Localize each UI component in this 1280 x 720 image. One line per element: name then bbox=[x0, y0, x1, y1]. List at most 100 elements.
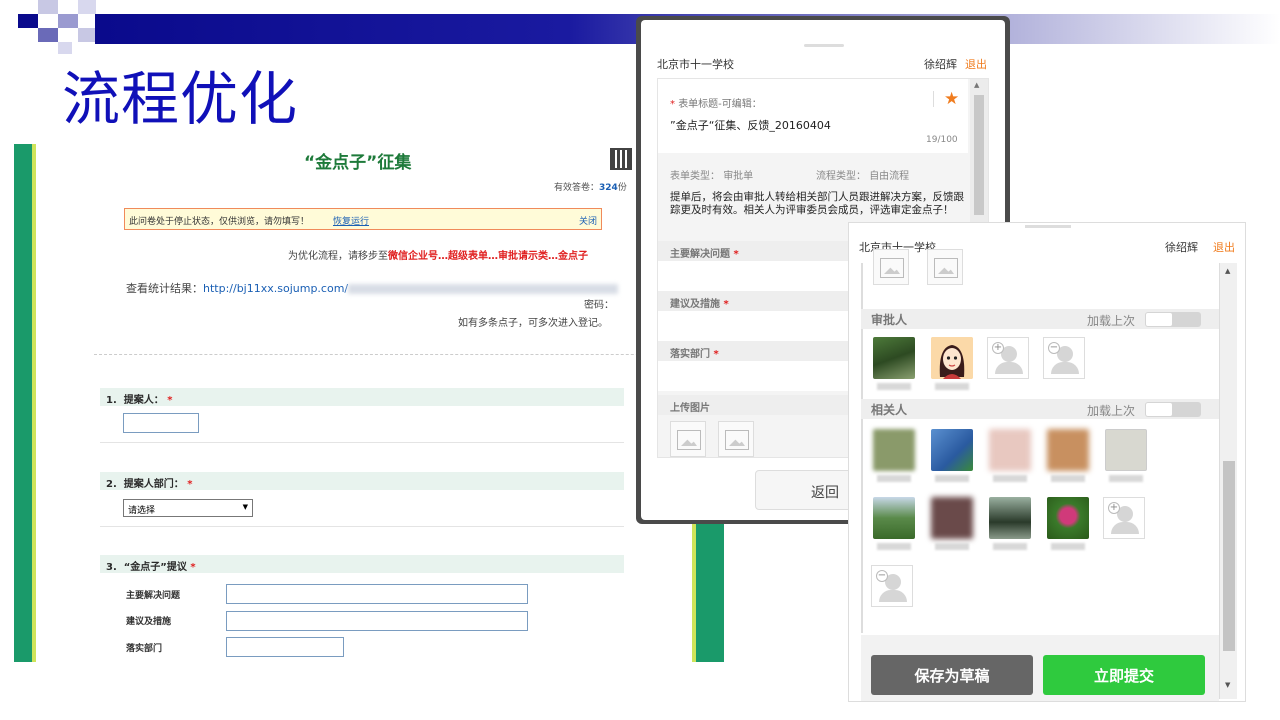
plus-icon: + bbox=[992, 342, 1004, 354]
related-avatar[interactable] bbox=[873, 429, 915, 471]
sheet-handle bbox=[804, 44, 844, 47]
related-avatar[interactable] bbox=[931, 497, 973, 539]
load-last-label: 加载上次 bbox=[1087, 314, 1136, 328]
department-select[interactable]: 请选择 ▼ bbox=[123, 499, 253, 517]
implementing-dept-field[interactable] bbox=[658, 361, 848, 391]
approver-avatar[interactable] bbox=[931, 337, 973, 379]
notice-text: 此问卷处于停止状态，仅供浏览，请勿填写！ bbox=[129, 217, 310, 227]
suggestion-input[interactable] bbox=[226, 611, 528, 631]
form-type: 表单类型： 审批单 bbox=[670, 167, 753, 182]
section-label: 落实部门 bbox=[670, 349, 710, 360]
required-mark: * bbox=[187, 479, 193, 490]
approver-section-header: 审批人 加载上次 bbox=[861, 309, 1219, 329]
section-label: 上传图片 bbox=[670, 403, 710, 414]
question-number: 2. bbox=[106, 479, 117, 490]
add-approver-button[interactable]: + bbox=[987, 337, 1029, 379]
form-title-card: * 表单标题-可编辑： ★ ”金点子“征集、反馈_20160404 19/100 bbox=[658, 79, 968, 153]
related-avatar[interactable] bbox=[1105, 429, 1147, 471]
section-upload-images: 上传图片 bbox=[658, 395, 848, 415]
scroll-up-icon[interactable]: ▲ bbox=[974, 81, 979, 89]
form-title: “金点子”征集 bbox=[304, 153, 412, 173]
web-form-screenshot: “金点子”征集 有效答卷：324份 此问卷处于停止状态，仅供浏览，请勿填写！ 恢… bbox=[14, 144, 724, 662]
question-2-header: 2. 提案人部门： * bbox=[100, 472, 624, 490]
move-instruction: 为优化流程，请移步至微信企业号…超级表单…审批请示类…金点子 bbox=[288, 247, 588, 262]
avatar-name-blurred bbox=[935, 475, 969, 482]
main-problem-input[interactable] bbox=[226, 584, 528, 604]
image-icon[interactable] bbox=[927, 249, 963, 285]
department-select-value: 请选择 bbox=[128, 506, 156, 516]
implementing-dept-input[interactable] bbox=[226, 637, 344, 657]
form-type-value: 审批单 bbox=[723, 171, 754, 182]
flow-type-value: 自由流程 bbox=[869, 171, 910, 182]
image-icon[interactable] bbox=[873, 249, 909, 285]
related-avatar[interactable] bbox=[1047, 429, 1089, 471]
left-accent-stripe bbox=[14, 144, 32, 662]
required-mark: * bbox=[167, 395, 173, 406]
stats-url-link[interactable]: http://bj11xx.sojump.com/ bbox=[203, 282, 348, 295]
scrollbar-thumb[interactable] bbox=[1223, 461, 1235, 651]
stats-line: 查看统计结果：http://bj11xx.sojump.com/ bbox=[126, 280, 619, 296]
scroll-down-icon[interactable]: ▼ bbox=[1225, 681, 1230, 689]
school-name: 北京市十一学校 bbox=[657, 58, 734, 71]
question-divider bbox=[100, 442, 624, 443]
logout-link[interactable]: 退出 bbox=[1213, 239, 1235, 255]
plus-icon: + bbox=[1108, 502, 1120, 514]
upload-image-icon[interactable] bbox=[718, 421, 754, 457]
related-avatar[interactable] bbox=[1047, 497, 1089, 539]
scrollbar-thumb[interactable] bbox=[974, 95, 984, 215]
save-draft-button[interactable]: 保存为草稿 bbox=[871, 655, 1033, 695]
remove-approver-button[interactable]: − bbox=[1043, 337, 1085, 379]
scroll-up-icon[interactable]: ▲ bbox=[1225, 267, 1230, 275]
scrollbar[interactable]: ▲ ▼ bbox=[1219, 263, 1237, 699]
add-related-button[interactable]: + bbox=[1103, 497, 1145, 539]
sheet-handle bbox=[1025, 225, 1071, 228]
flow-type-label: 流程类型： bbox=[816, 171, 866, 182]
form-title-label-text: 表单标题-可编辑： bbox=[678, 99, 762, 110]
submit-button[interactable]: 立即提交 bbox=[1043, 655, 1205, 695]
required-mark: * bbox=[713, 349, 719, 360]
related-section-header: 相关人 加载上次 bbox=[861, 399, 1219, 419]
question-3-header: 3. “金点子”提议 * bbox=[100, 555, 624, 573]
logout-link[interactable]: 退出 bbox=[965, 56, 987, 72]
avatar-name-blurred bbox=[1051, 543, 1085, 550]
divider bbox=[933, 91, 934, 107]
upload-image-icon[interactable] bbox=[670, 421, 706, 457]
avatar-name-blurred bbox=[877, 543, 911, 550]
stats-prefix: 查看统计结果： bbox=[126, 282, 203, 295]
star-icon[interactable]: ★ bbox=[944, 89, 959, 109]
suggestion-field[interactable] bbox=[658, 311, 848, 341]
load-last-toggle[interactable] bbox=[1145, 402, 1201, 417]
mobile-approval-screen: 北京市十一学校 徐绍辉 退出 审批人 加载上次 + − 相关人 加载上次 + −… bbox=[848, 222, 1246, 702]
main-problem-field[interactable] bbox=[658, 261, 848, 291]
question-label: 提案人部门： bbox=[123, 479, 184, 490]
load-last-toggle[interactable] bbox=[1145, 312, 1201, 327]
section-label: 主要解决问题 bbox=[670, 249, 730, 260]
right-accent-stripe bbox=[696, 524, 724, 662]
move-prefix: 为优化流程，请移步至 bbox=[288, 251, 388, 262]
related-avatar[interactable] bbox=[873, 497, 915, 539]
avatar-name-blurred bbox=[993, 475, 1027, 482]
related-avatar[interactable] bbox=[989, 429, 1031, 471]
proposer-input[interactable] bbox=[123, 413, 199, 433]
approver-avatar[interactable] bbox=[873, 337, 915, 379]
left-accent-stripe-light bbox=[32, 144, 36, 662]
sub-field-label: 主要解决问题 bbox=[126, 591, 181, 601]
remove-related-button[interactable]: − bbox=[871, 565, 913, 607]
restore-link[interactable]: 恢复运行 bbox=[333, 214, 369, 227]
avatar-name-blurred bbox=[1051, 475, 1085, 482]
section-main-problem: 主要解决问题 * bbox=[658, 241, 848, 261]
valid-answers-label: 有效答卷： bbox=[554, 183, 600, 193]
dashed-divider bbox=[94, 354, 694, 355]
related-avatar[interactable] bbox=[989, 497, 1031, 539]
question-number: 1. bbox=[106, 395, 117, 406]
stopped-notice: 此问卷处于停止状态，仅供浏览，请勿填写！ 恢复运行 关闭 bbox=[124, 208, 602, 230]
required-mark: * bbox=[723, 299, 729, 310]
qr-code-icon[interactable] bbox=[610, 148, 632, 170]
chevron-down-icon: ▼ bbox=[242, 503, 248, 511]
approver-label: 审批人 bbox=[871, 313, 908, 327]
user-name: 徐绍辉 bbox=[924, 58, 957, 71]
related-avatar[interactable] bbox=[931, 429, 973, 471]
notice-close-link[interactable]: 关闭 bbox=[579, 214, 597, 227]
valid-answers-unit: 份 bbox=[617, 183, 627, 193]
form-title-input[interactable]: ”金点子“征集、反馈_20160404 bbox=[670, 117, 831, 133]
